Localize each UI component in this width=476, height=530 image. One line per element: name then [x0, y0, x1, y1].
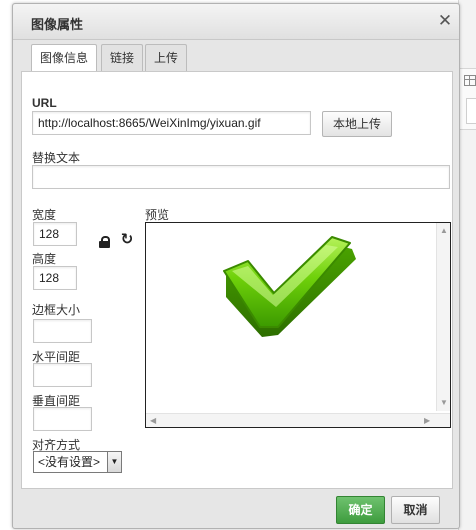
ok-button[interactable]: 确定 [336, 496, 385, 524]
scroll-up-icon[interactable]: ▲ [440, 226, 448, 236]
preview-horizontal-scrollbar[interactable]: ◀ ▶ [146, 413, 450, 427]
height-label: 高度 [32, 252, 57, 266]
preview-vertical-scrollbar[interactable]: ▲ ▼ [436, 223, 450, 411]
tab-image-info[interactable]: 图像信息 [31, 44, 97, 73]
border-size-input[interactable] [33, 319, 92, 343]
tab-panel-image-info: URL 本地上传 替换文本 宽度 ↻ 高度 边框大小 水平间距 垂直间距 对齐方… [21, 71, 453, 489]
preview-box: ▲ ▼ ◀ ▶ [145, 222, 451, 428]
cancel-button[interactable]: 取消 [391, 496, 440, 524]
hspace-input[interactable] [33, 363, 92, 387]
align-selected-value: <没有设置> [38, 455, 101, 469]
width-label: 宽度 [32, 208, 57, 222]
scroll-right-icon[interactable]: ▶ [424, 416, 430, 426]
alt-text-label: 替换文本 [32, 151, 81, 165]
table-icon[interactable] [464, 75, 476, 86]
vspace-input[interactable] [33, 407, 92, 431]
url-label: URL [32, 96, 57, 110]
reset-size-icon[interactable]: ↻ [119, 232, 135, 248]
close-icon[interactable]: ✕ [436, 12, 454, 30]
scroll-left-icon[interactable]: ◀ [150, 416, 156, 426]
width-input[interactable] [33, 222, 77, 246]
scroll-down-icon[interactable]: ▼ [440, 398, 448, 408]
lock-icon[interactable] [99, 236, 110, 248]
align-select[interactable]: <没有设置> ▼ [33, 451, 122, 473]
height-input[interactable] [33, 266, 77, 290]
url-input[interactable] [32, 111, 311, 135]
tab-link[interactable]: 链接 [101, 44, 143, 72]
dialog-title: 图像属性 [31, 17, 84, 32]
tab-upload[interactable]: 上传 [145, 44, 187, 72]
editor-field-fragment [466, 98, 476, 124]
image-properties-dialog: 图像属性 ✕ 图像信息 链接 上传 URL 本地上传 替换文本 宽度 ↻ 高度 … [12, 3, 460, 529]
alt-text-input[interactable] [32, 165, 450, 189]
local-upload-button[interactable]: 本地上传 [322, 111, 392, 137]
chevron-down-icon[interactable]: ▼ [107, 452, 121, 472]
dialog-titlebar[interactable]: 图像属性 ✕ [13, 4, 459, 40]
preview-label: 预览 [145, 208, 170, 222]
green-checkmark-icon [223, 236, 356, 337]
border-size-label: 边框大小 [32, 303, 81, 317]
